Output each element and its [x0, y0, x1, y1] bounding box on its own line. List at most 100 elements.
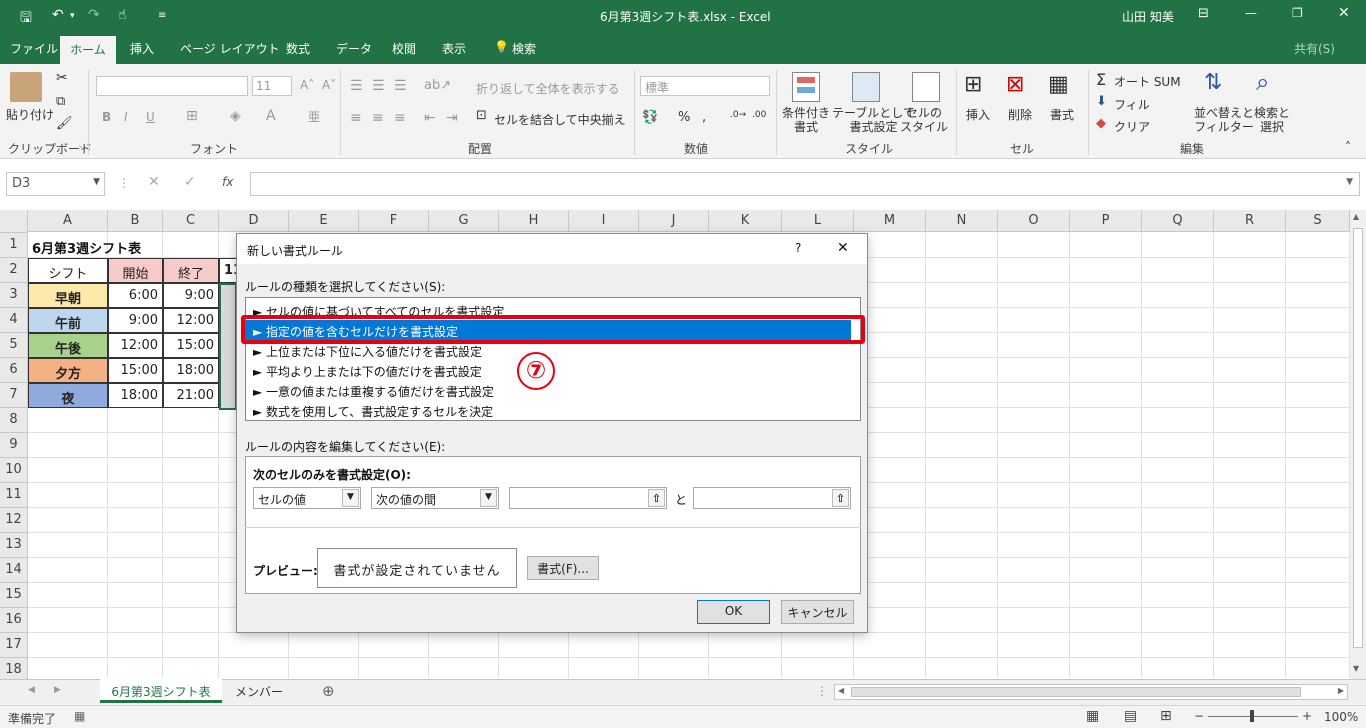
condition-type-select[interactable]: セルの値 ▼ [253, 487, 361, 509]
start-time-cell[interactable]: 18:00 [108, 383, 163, 408]
shift-name-cell[interactable]: 午後 [28, 333, 108, 358]
orientation-icon[interactable]: ab↗ [424, 78, 451, 93]
increase-decimal-icon[interactable]: .0→ [730, 110, 746, 120]
clipboard-launcher-icon[interactable]: ↘ [78, 143, 85, 152]
row-header[interactable]: 11 [0, 483, 28, 508]
column-header[interactable]: I [569, 210, 639, 232]
scroll-thumb[interactable] [1353, 228, 1363, 648]
range-select-icon[interactable]: ⇧ [648, 489, 665, 507]
scroll-up-icon[interactable]: ▲ [1353, 212, 1359, 221]
column-header[interactable]: B [108, 210, 163, 232]
scroll-right-icon[interactable]: ▶ [1338, 686, 1344, 695]
bold-button[interactable]: B [102, 110, 111, 124]
clipboard-paste-icon[interactable] [10, 72, 42, 102]
user-name[interactable]: 山田 知美 [1122, 8, 1174, 25]
conditional-format-button[interactable]: 条件付き 書式 [782, 106, 830, 134]
sheet-tab[interactable]: メンバー [224, 683, 294, 703]
copy-icon[interactable]: ⧉ [56, 94, 65, 109]
tab-data[interactable]: データ [336, 40, 372, 57]
delete-cells-icon[interactable]: ⊠ [1006, 72, 1024, 97]
end-time-cell[interactable]: 9:00 [163, 283, 219, 308]
formula-input[interactable]: ▼ [250, 172, 1360, 196]
sheet-tab-active[interactable]: 6月第3週シフト表 [100, 679, 222, 703]
merge-center-icon[interactable]: ⊡ [476, 108, 487, 123]
row-header[interactable]: 14 [0, 558, 28, 583]
clear-icon[interactable]: ◆ [1096, 116, 1106, 131]
column-header[interactable]: O [998, 210, 1070, 232]
minimize-icon[interactable]: — [1245, 6, 1257, 20]
row-header[interactable]: 1 [0, 233, 28, 258]
insert-function-button[interactable]: fx [222, 175, 233, 189]
tab-page-layout[interactable]: ページ レイアウト [180, 40, 280, 57]
next-sheet-icon[interactable]: ▶ [54, 685, 61, 695]
number-format-select[interactable]: 標準 [640, 76, 770, 96]
zoom-slider-thumb[interactable] [1250, 710, 1254, 722]
scroll-left-icon[interactable]: ◀ [838, 686, 844, 695]
align-right-icon[interactable]: ≡ [394, 110, 406, 126]
row-header[interactable]: 3 [0, 283, 28, 308]
format-as-table-icon[interactable] [852, 72, 880, 102]
decrease-decimal-icon[interactable]: .00 [752, 110, 766, 120]
tab-formulas[interactable]: 数式 [286, 40, 310, 57]
italic-button[interactable]: I [124, 110, 128, 124]
tab-insert[interactable]: 挿入 [130, 40, 154, 57]
normal-view-icon[interactable]: ▦ [1086, 708, 1099, 724]
header-start[interactable]: 開始 [108, 258, 163, 283]
row-header[interactable]: 9 [0, 433, 28, 458]
add-sheet-icon[interactable]: ⊕ [322, 682, 335, 700]
header-shift[interactable]: シフト [28, 258, 108, 283]
help-button[interactable]: ? [795, 241, 801, 255]
dialog-close-button[interactable]: ✕ [837, 240, 849, 256]
end-time-cell[interactable]: 21:00 [163, 383, 219, 408]
undo-dropdown-icon[interactable]: ▾ [70, 11, 75, 21]
column-header[interactable]: H [499, 210, 569, 232]
cancel-button[interactable]: キャンセル [781, 600, 854, 624]
prev-sheet-icon[interactable]: ◀ [28, 685, 35, 695]
scroll-down-icon[interactable]: ▼ [1353, 664, 1359, 673]
end-time-cell[interactable]: 15:00 [163, 333, 219, 358]
max-value-input[interactable]: ⇧ [693, 487, 851, 509]
save-icon[interactable]: 🖫 [20, 7, 32, 31]
align-left-icon[interactable]: ≡ [350, 110, 362, 126]
column-header[interactable]: N [926, 210, 998, 232]
ribbon-display-icon[interactable]: ⊟ [1198, 6, 1209, 21]
row-header[interactable]: 5 [0, 333, 28, 358]
name-box[interactable]: D3 ▼ [6, 172, 105, 196]
underline-button[interactable]: U [146, 110, 155, 124]
macro-record-icon[interactable]: ▦ [74, 709, 85, 723]
sheet-title[interactable]: 6月第3週シフト表 [32, 234, 141, 259]
border-icon[interactable]: ⊞ [186, 108, 198, 124]
horizontal-scrollbar[interactable]: ◀ ▶ [834, 684, 1348, 700]
zoom-in-icon[interactable]: + [1302, 709, 1312, 723]
header-end[interactable]: 終了 [163, 258, 219, 283]
delete-cells-button[interactable]: 削除 [1008, 106, 1032, 123]
indent-increase-icon[interactable]: ⇥ [446, 110, 458, 126]
ok-button[interactable]: OK [697, 600, 770, 624]
phonetic-icon[interactable]: 亜 [308, 108, 320, 125]
font-color-icon[interactable]: A [266, 108, 276, 124]
wrap-text-button[interactable]: 折り返して全体を表示する [476, 80, 620, 97]
format-button[interactable]: 書式(F)... [527, 556, 599, 580]
rule-type-item[interactable]: ► 数式を使用して、書式設定するセルを決定 [245, 400, 851, 420]
min-value-input[interactable]: ⇧ [509, 487, 667, 509]
zoom-out-icon[interactable]: − [1194, 709, 1204, 723]
sort-filter-button[interactable]: 並べ替えと フィルター [1194, 106, 1254, 134]
insert-cells-button[interactable]: 挿入 [966, 106, 990, 123]
shift-name-cell[interactable]: 午前 [28, 308, 108, 333]
column-header[interactable]: P [1070, 210, 1142, 232]
currency-icon[interactable]: 💱 [642, 110, 658, 125]
column-header[interactable]: R [1214, 210, 1286, 232]
find-select-icon[interactable]: ⌕ [1256, 68, 1269, 96]
column-header[interactable]: K [709, 210, 782, 232]
comma-style-icon[interactable]: , [702, 110, 706, 125]
end-time-cell[interactable]: 18:00 [163, 358, 219, 383]
cell-styles-button[interactable]: セルの スタイル [900, 106, 948, 134]
undo-icon[interactable]: ↶ [52, 7, 64, 23]
fill-button[interactable]: フィル [1114, 96, 1150, 113]
scroll-thumb[interactable] [851, 687, 1301, 697]
select-all-button[interactable] [0, 210, 28, 233]
clear-button[interactable]: クリア [1114, 118, 1150, 135]
indent-decrease-icon[interactable]: ⇤ [424, 110, 436, 126]
percent-button[interactable]: % [678, 110, 690, 125]
start-time-cell[interactable]: 6:00 [108, 283, 163, 308]
